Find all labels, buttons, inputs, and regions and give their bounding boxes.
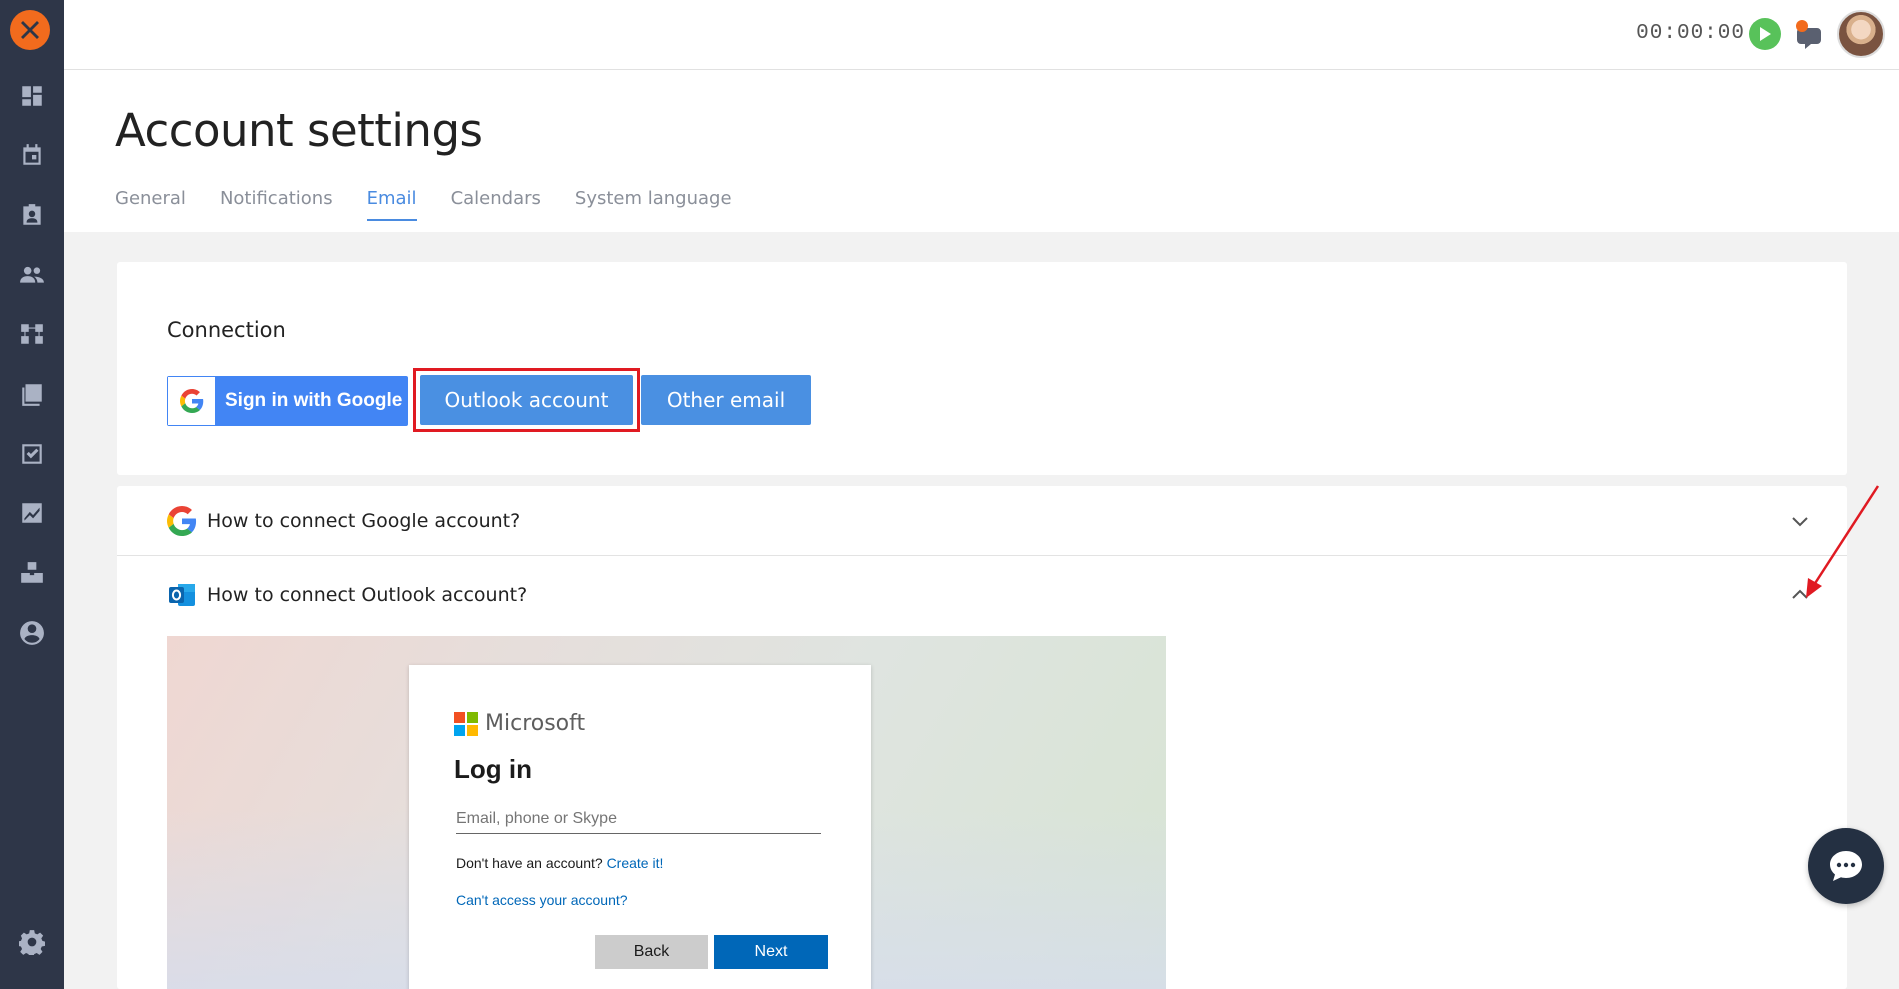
tab-notifications[interactable]: Notifications [220,188,333,221]
nav-inventory[interactable] [18,559,46,587]
create-account-link[interactable]: Create it! [607,855,664,871]
connection-title: Connection [167,318,286,342]
accordion-outlook-label: How to connect Outlook account? [207,584,528,606]
outlook-account-button[interactable]: Outlook account [420,375,633,425]
nav-reports[interactable] [18,499,46,527]
annotation-arrow-icon [1806,485,1880,598]
no-account-text: Don't have an account? Create it! [456,855,663,871]
book-icon [22,384,42,406]
time-tracker-display: 00:00:00 [1636,22,1745,45]
logo-x-icon [21,21,39,39]
notifications-button[interactable] [1791,16,1827,52]
nav-flow[interactable] [18,320,46,348]
nav-calendar[interactable] [18,141,46,169]
nav-profile[interactable] [18,619,46,647]
email-phone-skype-input[interactable] [456,804,821,834]
nav-book[interactable] [18,380,46,408]
microsoft-squares-icon [454,711,478,736]
no-account-label: Don't have an account? [456,855,607,871]
other-email-button[interactable]: Other email [641,375,811,425]
app-logo[interactable] [10,10,50,50]
task-icon [22,444,42,464]
top-bar: 00:00:00 [64,0,1899,70]
connection-card: Connection Sign in with Google Outlook a… [117,262,1847,475]
contacts-icon [23,204,41,225]
google-logo-box [168,377,215,425]
user-avatar[interactable] [1837,10,1885,58]
outlook-tutorial-image: Microsoft Log in Don't have an account? … [167,636,1166,989]
nav-contacts[interactable] [18,201,46,229]
accordion-google-logo [167,505,197,536]
nav-dashboard[interactable] [18,82,46,110]
calendar-icon [23,144,41,165]
user-circle-icon [20,621,44,645]
microsoft-login-dialog: Microsoft Log in Don't have an account? … [409,665,871,989]
gear-icon [19,930,45,955]
tab-calendars[interactable]: Calendars [451,188,541,221]
google-icon [167,505,197,536]
nav-settings[interactable] [18,928,46,956]
chat-support-button[interactable] [1808,828,1884,904]
people-icon [20,266,44,283]
start-timer-button[interactable] [1749,18,1781,50]
settings-tabs: General Notifications Email Calendars Sy… [115,188,766,221]
chat-notification-icon [1796,20,1821,49]
dashboard-icon [22,86,42,106]
nav-people[interactable] [18,261,46,289]
ms-next-button[interactable]: Next [714,935,828,969]
cant-access-account-link[interactable]: Can't access your account? [456,892,628,908]
chart-icon [22,503,42,523]
play-icon [1760,27,1771,41]
tab-email[interactable]: Email [366,188,417,221]
nav-tasks[interactable] [18,440,46,468]
flow-icon [21,324,43,344]
google-icon [179,389,203,413]
accordion-google-label: How to connect Google account? [207,509,521,532]
google-button-label: Sign in with Google [225,390,403,411]
accordion-outlook-header[interactable]: How to connect Outlook account? [117,557,1847,633]
boxes-icon [21,562,43,583]
tab-general[interactable]: General [115,188,186,221]
page-title: Account settings [115,104,483,157]
ms-back-button[interactable]: Back [595,935,708,969]
accordion-google-header[interactable]: How to connect Google account? [117,486,1847,556]
chat-bubble-icon [1830,851,1862,881]
outlook-icon [169,584,195,606]
microsoft-brand-text: Microsoft [485,711,586,736]
microsoft-logo: Microsoft [454,711,585,736]
login-heading: Log in [454,754,532,784]
page-header: Account settings General Notifications E… [64,70,1899,232]
tab-system-language[interactable]: System language [575,188,732,221]
accordion-outlook-logo [167,580,197,610]
sidebar [0,0,64,989]
sign-in-google-button[interactable]: Sign in with Google [167,376,408,426]
